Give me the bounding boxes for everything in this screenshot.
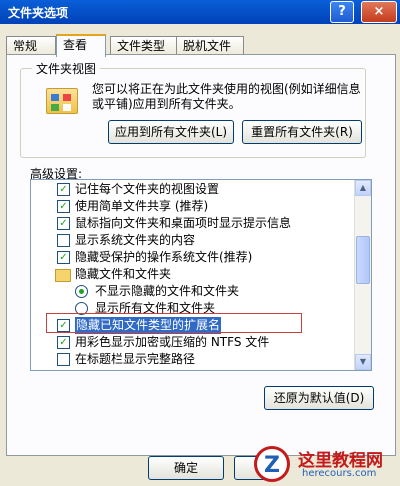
- folder-view-title: 文件夹视图: [32, 60, 101, 77]
- list-item-label: 记住每个文件夹的视图设置: [75, 182, 220, 196]
- tab-strip: 常规 查看 文件类型 脱机文件: [6, 34, 396, 57]
- tab-offline-files[interactable]: 脱机文件: [176, 36, 244, 55]
- ok-button[interactable]: 确定: [148, 456, 224, 480]
- vertical-scrollbar[interactable]: ▲ ▼: [354, 180, 371, 370]
- tab-file-types[interactable]: 文件类型: [110, 36, 178, 55]
- checkbox[interactable]: [57, 353, 70, 366]
- highlight-annotation: [46, 313, 302, 333]
- checkbox[interactable]: ✓: [57, 336, 70, 349]
- scroll-thumb[interactable]: [356, 236, 370, 284]
- advanced-settings-list[interactable]: ✓ 记住每个文件夹的视图设置 ✓ 使用简单文件共享 (推荐) ✓ 鼠标指向文件夹…: [30, 179, 372, 371]
- restore-defaults-button[interactable]: 还原为默认值(D): [264, 386, 374, 410]
- list-item-label: 用彩色显示加密或压缩的 NTFS 文件: [75, 335, 270, 349]
- folder-view-description: 您可以将正在为此文件夹使用的视图(例如详细信息或平铺)应用到所有文件夹。: [92, 82, 361, 111]
- watermark-logo: Z: [254, 446, 290, 482]
- scroll-up-icon[interactable]: ▲: [355, 180, 371, 196]
- list-item-label: 隐藏文件和文件夹: [75, 267, 172, 281]
- tab-view[interactable]: 查看: [56, 34, 106, 57]
- checkbox[interactable]: ✓: [57, 217, 70, 230]
- close-button[interactable]: ×: [361, 1, 397, 23]
- checkbox[interactable]: ✓: [57, 251, 70, 264]
- watermark: Z 这里教程网 herecours.com: [248, 446, 400, 486]
- folder-icon: [55, 269, 71, 282]
- apply-to-all-folders-button[interactable]: 应用到所有文件夹(L): [108, 120, 234, 144]
- reset-all-folders-button[interactable]: 重置所有文件夹(R): [242, 120, 362, 144]
- title-bar: 文件夹选项 ? ×: [0, 0, 400, 24]
- scroll-down-icon[interactable]: ▼: [355, 354, 371, 370]
- list-item-label: 隐藏受保护的操作系统文件(推荐): [75, 250, 253, 264]
- list-item-label: 显示系统文件夹的内容: [75, 233, 196, 247]
- list-item-label: 不显示隐藏的文件和文件夹: [95, 284, 240, 298]
- watermark-url: herecours.com: [302, 468, 377, 479]
- list-item-label: 鼠标指向文件夹和桌面项时显示提示信息: [75, 216, 292, 230]
- checkbox[interactable]: ✓: [57, 200, 70, 213]
- checkbox[interactable]: [57, 234, 70, 247]
- radio-button[interactable]: [75, 285, 88, 298]
- list-item-label: 在标题栏显示完整路径: [75, 352, 196, 366]
- checkbox[interactable]: ✓: [57, 183, 70, 196]
- window-title: 文件夹选项: [8, 6, 69, 20]
- list-item-label: 使用简单文件共享 (推荐): [75, 199, 209, 213]
- help-button[interactable]: ?: [330, 1, 354, 23]
- folder-views-icon: [46, 88, 78, 114]
- tab-general[interactable]: 常规: [6, 36, 56, 55]
